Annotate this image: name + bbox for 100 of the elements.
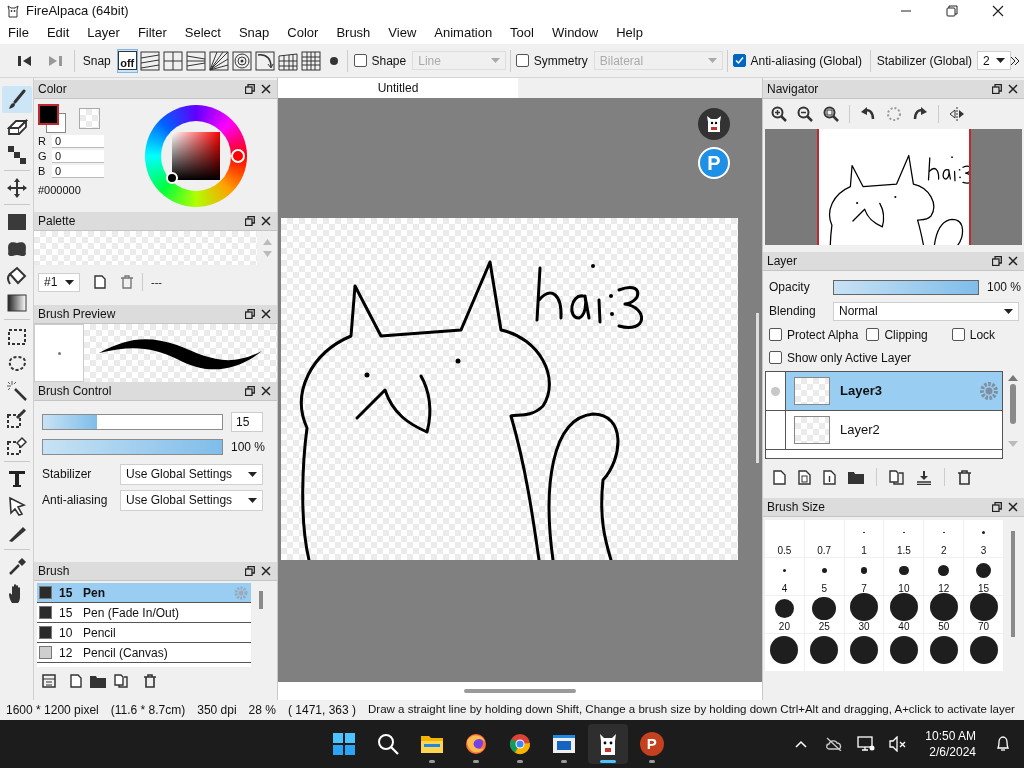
alpaca-app-button[interactable] <box>587 724 628 764</box>
scrollbar-thumb[interactable] <box>464 689 576 693</box>
brush-setting-dropdown[interactable]: Use Global Settings <box>120 463 263 485</box>
radial-snap-button[interactable] <box>207 48 230 73</box>
save-icon[interactable] <box>42 674 56 688</box>
menu-item[interactable]: Brush <box>336 23 371 43</box>
layer-row[interactable]: Layer2 <box>766 411 1002 450</box>
palette-dropdown[interactable]: #1 <box>38 272 80 292</box>
trash-icon[interactable] <box>957 469 972 485</box>
menu-item[interactable]: Select <box>184 23 221 43</box>
snap-off-button[interactable]: off <box>116 48 138 73</box>
restore-icon[interactable] <box>992 502 1002 512</box>
duplicate-icon[interactable] <box>114 674 129 688</box>
menu-item[interactable]: Color <box>287 23 319 43</box>
grid-snap-button[interactable] <box>299 48 322 73</box>
previous-frame-icon[interactable] <box>18 54 32 67</box>
folder-icon[interactable] <box>90 674 106 688</box>
brush-list-item[interactable]: 10 Pencil <box>37 623 251 643</box>
restore-icon[interactable] <box>245 84 255 94</box>
close-icon[interactable] <box>261 84 271 94</box>
brush-size-option[interactable]: 10 <box>884 558 924 595</box>
checkbox[interactable] <box>769 351 782 364</box>
brush-list-item[interactable]: 15 Pen (Fade In/Out) <box>37 603 251 623</box>
monitor-icon[interactable] <box>857 736 876 752</box>
brush-size-option[interactable]: 40 <box>884 596 924 633</box>
brush-size-option[interactable]: 70 <box>964 596 1003 633</box>
scrollbar-thumb[interactable] <box>259 591 263 609</box>
brush-size-option[interactable]: 12 <box>924 558 964 595</box>
new-layer-icon[interactable] <box>773 469 786 485</box>
brush-size-slider[interactable] <box>43 415 97 429</box>
menu-item[interactable]: Window <box>551 23 599 43</box>
close-icon[interactable] <box>261 216 271 226</box>
restore-icon[interactable] <box>245 566 255 576</box>
new-page-icon[interactable] <box>94 275 106 289</box>
brush-size-option[interactable]: 20 <box>765 596 804 633</box>
brush-size-field[interactable]: 15 <box>231 412 263 432</box>
blending-dropdown[interactable]: Normal <box>833 301 1019 321</box>
zoom-fit-icon[interactable] <box>823 106 839 122</box>
menu-item[interactable]: Snap <box>238 23 270 43</box>
rotate-left-icon[interactable] <box>860 106 876 122</box>
close-icon[interactable] <box>1008 256 1018 266</box>
close-icon[interactable] <box>992 5 1004 17</box>
menu-item[interactable]: Animation <box>434 23 493 43</box>
checkbox[interactable] <box>769 328 782 341</box>
restore-icon[interactable] <box>992 256 1002 266</box>
brush-size-option[interactable]: 30 <box>844 596 884 633</box>
layer-opacity-slider[interactable] <box>834 280 978 294</box>
menu-item[interactable]: File <box>8 23 29 43</box>
brush-size-option[interactable] <box>765 634 804 671</box>
brush-size-option[interactable]: 0.7 <box>804 520 844 557</box>
brush-size-option[interactable]: 50 <box>924 596 964 633</box>
flip-icon[interactable] <box>949 106 965 122</box>
zoom-in-icon[interactable] <box>771 106 787 122</box>
more-chevron-icon[interactable] <box>1011 56 1020 65</box>
menu-item[interactable]: Filter <box>137 23 167 43</box>
channel-field[interactable]: 0 <box>52 165 104 178</box>
saturation-value-square[interactable] <box>171 131 220 180</box>
p-app-button[interactable]: P <box>631 724 672 764</box>
stabilizer-dropdown[interactable]: 2 <box>977 51 1011 70</box>
concentric-snap-button[interactable] <box>230 48 253 73</box>
brush-size-option[interactable]: 5 <box>804 558 844 595</box>
menu-item[interactable]: Edit <box>46 23 70 43</box>
brush-list-item[interactable]: 15 Pen <box>37 583 251 603</box>
hue-handle[interactable] <box>230 148 245 163</box>
parallel-snap-button[interactable] <box>138 48 161 73</box>
new-page-icon[interactable] <box>70 674 82 688</box>
folder-icon[interactable] <box>848 470 864 484</box>
brush-size-option[interactable] <box>924 634 964 671</box>
brush-size-option[interactable]: 3 <box>964 520 1003 557</box>
layer-row[interactable]: Layer3 <box>766 372 1002 411</box>
new-8bit-layer-icon[interactable] <box>798 469 811 485</box>
restore-icon[interactable] <box>992 84 1002 94</box>
brush-size-option[interactable]: 2 <box>924 520 964 557</box>
speaker-muted-icon[interactable] <box>889 736 908 752</box>
curve-snap-button[interactable] <box>253 48 276 73</box>
scrollbar-thumb[interactable] <box>1011 531 1015 637</box>
antialiasing-checkbox[interactable] <box>732 54 746 67</box>
scroll-up-icon[interactable] <box>1008 375 1018 381</box>
brush-opacity-slider[interactable] <box>43 440 222 454</box>
rotate-right-icon[interactable] <box>912 106 928 122</box>
menu-item[interactable]: Help <box>616 23 643 43</box>
brush-size-option[interactable] <box>884 634 924 671</box>
close-icon[interactable] <box>261 386 271 396</box>
restore-icon[interactable] <box>245 216 255 226</box>
menu-item[interactable]: Layer <box>87 23 120 43</box>
duplicate-icon[interactable] <box>889 469 904 485</box>
brush-list-item[interactable]: 12 Pencil (Canvas) <box>37 643 251 663</box>
close-icon[interactable] <box>261 566 271 576</box>
chevron-up-icon[interactable] <box>795 740 808 748</box>
alpaca-avatar-icon[interactable] <box>698 108 730 140</box>
brush-size-option[interactable]: 1.5 <box>884 520 924 557</box>
restore-window-icon[interactable] <box>946 5 958 17</box>
brush-tool-button[interactable] <box>1 86 32 113</box>
scrollbar-thumb[interactable] <box>1010 384 1016 424</box>
trash-icon[interactable] <box>143 674 157 688</box>
perspective-snap-button[interactable] <box>184 48 207 73</box>
brush-size-option[interactable]: 25 <box>804 596 844 633</box>
checkbox[interactable] <box>866 328 880 341</box>
checkbox[interactable] <box>951 328 965 341</box>
close-icon[interactable] <box>261 309 271 319</box>
